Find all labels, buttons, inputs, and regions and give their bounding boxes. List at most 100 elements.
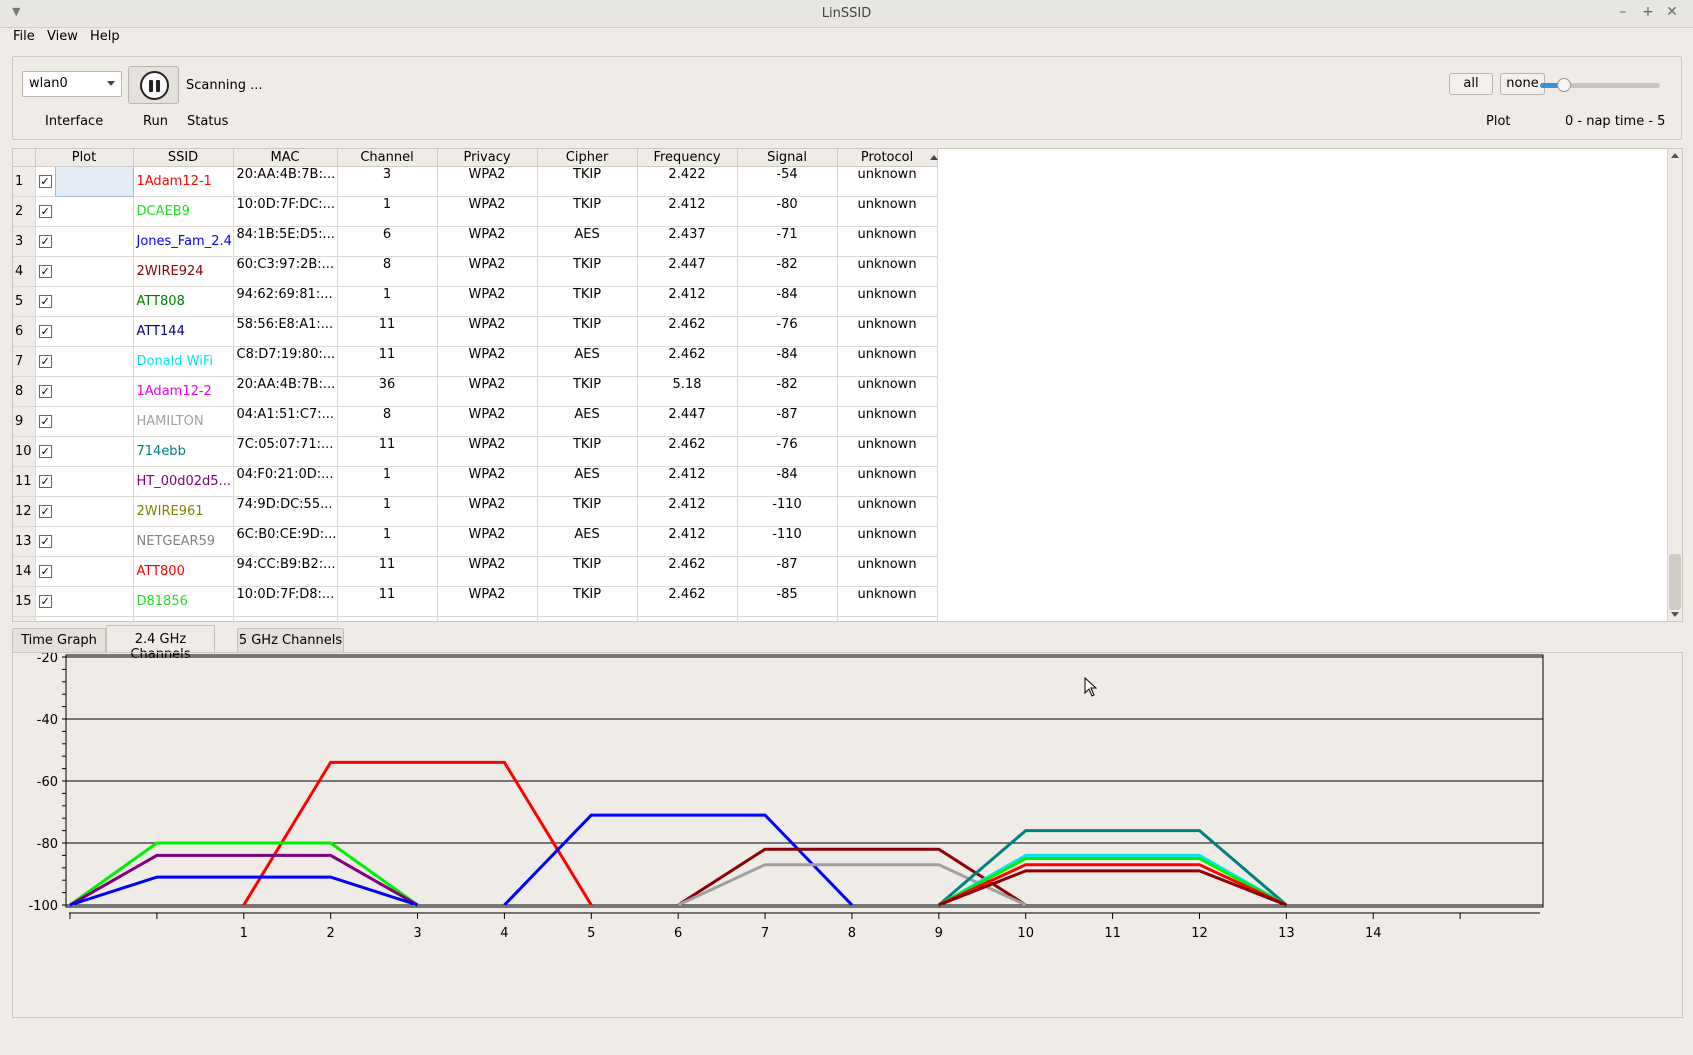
signal-cell: -87 (737, 406, 838, 437)
plot-checkbox-cell: ✓ (35, 196, 55, 227)
mac-cell: 6C:B0:CE:9D:... (233, 526, 338, 557)
nap-time-slider[interactable] (1540, 77, 1660, 97)
plot-color-cell[interactable] (55, 556, 134, 587)
row-number: 1 (13, 166, 36, 197)
table-row[interactable]: 1 ✓ 1Adam12-1 20:AA:4B:7B:... 3 WPA2 TKIP 2.422… (13, 165, 938, 197)
plot-color-cell[interactable] (55, 406, 134, 437)
menu-view[interactable]: View (47, 29, 78, 44)
plot-checkbox[interactable]: ✓ (38, 474, 52, 488)
plot-all-button[interactable]: all (1449, 73, 1493, 95)
table-row[interactable]: 13 ✓ NETGEAR59 6C:B0:CE:9D:... 1 WPA2 AES 2.412… (13, 526, 938, 557)
cipher-cell: AES (537, 226, 638, 257)
plot-checkbox[interactable]: ✓ (38, 444, 52, 458)
signal-cell: -110 (737, 496, 838, 527)
col-header-frequency[interactable]: Frequency (637, 149, 738, 167)
plot-color-cell[interactable] (55, 436, 134, 467)
table-row[interactable]: 7 ✓ Donald WiFi C8:D7:19:80:... 11 WPA2 AES 2.4… (13, 346, 938, 377)
plot-checkbox[interactable]: ✓ (38, 564, 52, 578)
col-header-signal[interactable]: Signal (737, 149, 838, 167)
table-row[interactable]: 3 ✓ Jones_Fam_2.4 84:1B:5E:D5:... 6 WPA2 AES 2.… (13, 226, 938, 257)
plot-checkbox[interactable]: ✓ (38, 324, 52, 338)
col-header-protocol[interactable]: Protocol (837, 149, 938, 167)
row-number: 14 (13, 556, 36, 587)
nap-time-label: 0 - nap time - 5 (1565, 114, 1666, 129)
table-row[interactable]: 8 ✓ 1Adam12-2 20:AA:4B:7B:... 36 WPA2 TKIP 5.18… (13, 376, 938, 407)
ssid-cell: NETGEAR59 (133, 526, 234, 557)
tab-2-4ghz-channels[interactable]: 2.4 GHz Channels (106, 625, 215, 662)
tab-time-graph[interactable]: Time Graph (12, 628, 106, 653)
col-header-mac[interactable]: MAC (233, 149, 338, 167)
mac-cell: 60:C3:97:2B:... (233, 256, 338, 287)
plot-checkbox[interactable]: ✓ (38, 594, 52, 608)
scroll-down-icon[interactable] (1671, 612, 1679, 617)
col-header-privacy[interactable]: Privacy (437, 149, 538, 167)
ssid-text: Jones_Fam_2.4 (136, 233, 232, 249)
status-label: Status (187, 114, 229, 129)
frequency-cell: 2.412 (637, 526, 738, 557)
col-header-cipher[interactable]: Cipher (537, 149, 638, 167)
plot-checkbox[interactable]: ✓ (38, 234, 52, 248)
table-row[interactable]: 2 ✓ DCAEB9 10:0D:7F:DC:... 1 WPA2 TKIP 2.412 -80… (13, 196, 938, 227)
plot-color-cell[interactable] (55, 286, 134, 317)
plot-color-cell[interactable] (55, 226, 134, 257)
plot-checkbox[interactable]: ✓ (38, 414, 52, 428)
mac-cell: 94:62:69:81:... (233, 286, 338, 317)
plot-color-cell[interactable] (55, 496, 134, 527)
table-scrollbar[interactable] (1667, 149, 1682, 621)
ssid-cell: HAMILTON (133, 406, 234, 437)
table-row[interactable]: 12 ✓ 2WIRE961 74:9D:DC:55... 1 WPA2 TKIP 2.412-… (13, 496, 938, 527)
plot-checkbox[interactable]: ✓ (38, 174, 52, 188)
plot-checkbox[interactable]: ✓ (38, 534, 52, 548)
sort-ascending-icon (930, 155, 938, 160)
ssid-cell: 1Adam12-1 (133, 166, 234, 197)
frequency-cell: 5.18 (637, 376, 738, 407)
table-row[interactable]: 6 ✓ ATT144 58:56:E8:A1:... 11 WPA2 TKIP 2.462 -7… (13, 316, 938, 347)
tab-5ghz-channels[interactable]: 5 GHz Channels (237, 628, 344, 653)
plot-color-cell[interactable] (55, 376, 134, 407)
plot-color-cell[interactable] (55, 256, 134, 287)
plot-color-cell[interactable] (55, 586, 134, 617)
close-icon[interactable]: ✕ (1663, 4, 1681, 20)
row-number: 11 (13, 466, 36, 497)
plot-color-cell[interactable] (55, 526, 134, 557)
table-row[interactable]: 10 ✓ 714ebb 7C:05:07:71:... 11 WPA2 TKIP 2.462-… (13, 436, 938, 467)
ssid-cell: ATT808 (133, 286, 234, 317)
table-row[interactable]: 4 ✓ 2WIRE924 60:C3:97:2B:... 8 WPA2 TKIP 2.447-… (13, 256, 938, 287)
plot-checkbox[interactable]: ✓ (38, 294, 52, 308)
plot-color-cell[interactable] (55, 196, 134, 227)
signal-cell: -71 (737, 226, 838, 257)
scroll-up-icon[interactable] (1671, 153, 1679, 158)
minimize-icon[interactable]: – (1614, 4, 1632, 20)
ssid-cell: 2WIRE961 (133, 496, 234, 527)
privacy-cell: WPA2 (437, 406, 538, 437)
plot-checkbox[interactable]: ✓ (38, 384, 52, 398)
col-header-channel[interactable]: Channel (337, 149, 438, 167)
plot-color-cell[interactable] (55, 466, 134, 497)
scroll-thumb[interactable] (1669, 554, 1681, 610)
table-row[interactable]: 5 ✓ ATT808 94:62:69:81:... 1 WPA2 TKIP 2.412 -84… (13, 286, 938, 317)
series-line (937, 829, 1288, 907)
table-row[interactable]: 11 ✓ HT_00d02d5... 04:F0:21:0D:... 1 WPA2 AES 2… (13, 466, 938, 497)
mac-cell: 10:0D:7F:D8:... (233, 586, 338, 617)
maximize-icon[interactable]: + (1639, 4, 1657, 20)
ssid-text: ATT808 (136, 293, 185, 309)
plot-color-cell[interactable] (55, 346, 134, 377)
plot-color-cell[interactable] (54, 165, 134, 197)
plot-checkbox[interactable]: ✓ (38, 354, 52, 368)
table-row[interactable]: 9 ✓ HAMILTON 04:A1:51:C7:... 8 WPA2 AES 2.447 -8… (13, 406, 938, 437)
col-header-plot[interactable]: Plot (35, 149, 134, 167)
plot-checkbox[interactable]: ✓ (38, 504, 52, 518)
slider-handle[interactable] (1557, 78, 1571, 92)
col-header-ssid[interactable]: SSID (133, 149, 234, 167)
table-row[interactable]: 15 ✓ D81856 10:0D:7F:D8:... 11 WPA2 TKIP 2.462-… (13, 586, 938, 617)
menu-file[interactable]: File (13, 29, 35, 44)
table-row[interactable]: 14 ✓ ATT800 94:CC:B9:B2:... 11 WPA2 TKIP 2.462-… (13, 556, 938, 587)
plot-none-button[interactable]: none (1500, 73, 1545, 95)
plot-checkbox[interactable]: ✓ (38, 264, 52, 278)
channel-plot-panel: -20 -40 -60 -80 -100 1 2 3 4 5 6 7 8 9 10 11 12 13 14 (12, 652, 1683, 1018)
interface-select[interactable]: wlan0 (22, 71, 122, 97)
menu-help[interactable]: Help (90, 29, 120, 44)
run-pause-button[interactable] (128, 66, 179, 104)
plot-checkbox[interactable]: ✓ (38, 204, 52, 218)
plot-color-cell[interactable] (55, 316, 134, 347)
